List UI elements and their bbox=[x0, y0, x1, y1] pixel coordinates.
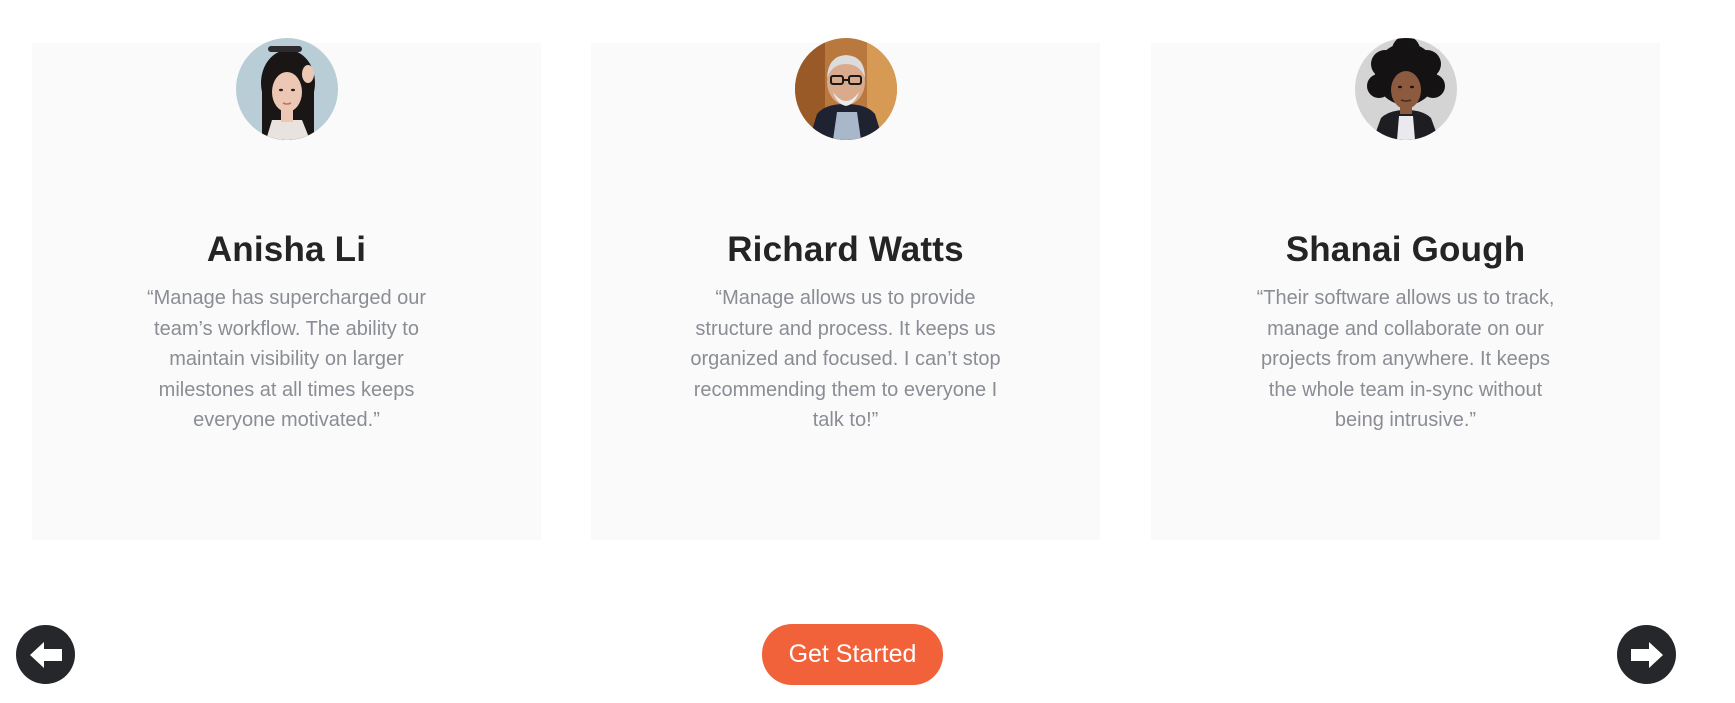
testimonial-quote: “Manage allows us to provide structure a… bbox=[690, 287, 1001, 431]
testimonial-quote: “Their software allows us to track, mana… bbox=[1256, 287, 1555, 431]
testimonial-name: Anisha Li bbox=[206, 230, 367, 269]
avatar-shanai-gough bbox=[1355, 38, 1457, 140]
arrow-left-icon bbox=[29, 641, 62, 668]
testimonial-card-anisha-li: Anisha Li “Manage has supercharged our t… bbox=[32, 38, 541, 540]
avatar-anisha-li bbox=[236, 38, 338, 140]
arrow-right-icon bbox=[1630, 641, 1663, 668]
next-slide-button[interactable] bbox=[1617, 625, 1676, 684]
get-started-button[interactable]: Get Started bbox=[762, 624, 943, 685]
previous-slide-button[interactable] bbox=[16, 625, 75, 684]
testimonial-quote: “Manage has supercharged our team’s work… bbox=[146, 287, 427, 431]
testimonial-card-shanai-gough: Shanai Gough “Their software allows us t… bbox=[1151, 38, 1660, 540]
testimonial-card-richard-watts: Richard Watts “Manage allows us to provi… bbox=[591, 38, 1100, 540]
testimonial-name: Richard Watts bbox=[727, 230, 964, 269]
avatar-richard-watts bbox=[795, 38, 897, 140]
testimonial-name: Shanai Gough bbox=[1285, 230, 1526, 269]
